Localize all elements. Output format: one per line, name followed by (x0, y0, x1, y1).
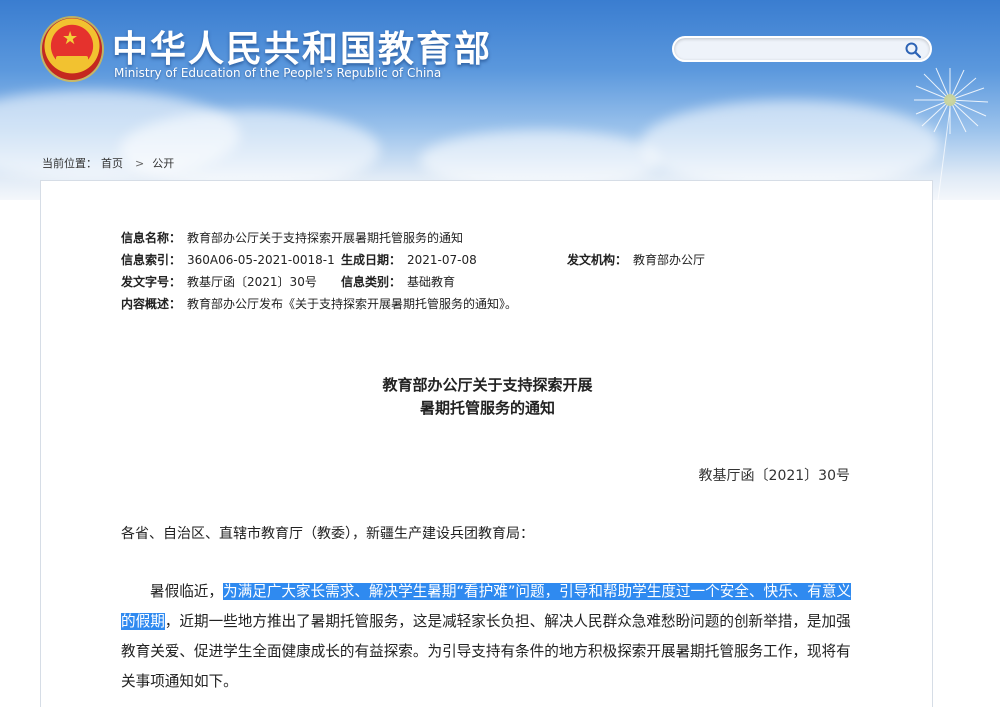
breadcrumb-public-link[interactable]: 公开 (152, 157, 174, 170)
paragraph-body-text: ，近期一些地方推出了暑期托管服务，这是减轻家长负担、解决人民群众急难愁盼问题的创… (121, 613, 851, 690)
meta-label: 生成日期： (341, 253, 402, 267)
meta-value: 教育部办公厅关于支持探索开展暑期托管服务的通知 (187, 231, 464, 245)
document-title-line: 教育部办公厅关于支持探索开展 (382, 376, 593, 394)
meta-value: 教育部办公厅 (633, 253, 706, 267)
meta-row-summary: 内容概述： 教育部办公厅发布《关于支持探索开展暑期托管服务的通知》。 (121, 295, 517, 313)
dandelion-decoration (914, 67, 989, 200)
meta-row-doc-no: 发文字号： 教基厅函〔2021〕30号 (121, 273, 317, 291)
breadcrumb-separator: > (135, 157, 145, 170)
document-paragraph: 暑假临近，为满足广大家长需求、解决学生暑期“看护难”问题，引导和帮助学生度过一个… (121, 577, 853, 697)
meta-value: 2021-07-08 (407, 253, 477, 267)
document-title: 教育部办公厅关于支持探索开展 暑期托管服务的通知 (41, 374, 934, 420)
search-input[interactable] (686, 41, 896, 59)
document-addressee: 各省、自治区、直辖市教育厅（教委），新疆生产建设兵团教育局： (121, 526, 534, 542)
search-icon[interactable] (904, 41, 922, 59)
content-panel: 信息名称： 教育部办公厅关于支持探索开展暑期托管服务的通知 信息索引： 360A06… (40, 180, 933, 707)
document-title-line: 暑期托管服务的通知 (419, 399, 555, 417)
meta-label: 发文字号： (121, 275, 182, 289)
cloud-decoration (120, 110, 380, 190)
national-emblem-logo: ★ (42, 18, 102, 80)
meta-value: 教基厅函〔2021〕30号 (187, 275, 317, 289)
meta-label: 信息索引： (121, 253, 182, 267)
meta-value: 360A06-05-2021-0018-1 (187, 253, 335, 267)
meta-value: 基础教育 (407, 275, 456, 289)
meta-row-index: 信息索引： 360A06-05-2021-0018-1 (121, 251, 335, 269)
paragraph-intro-text: 暑假临近， (150, 583, 223, 600)
meta-label: 信息名称： (121, 231, 182, 245)
meta-label: 信息类别： (341, 275, 402, 289)
meta-row-info-name: 信息名称： 教育部办公厅关于支持探索开展暑期托管服务的通知 (121, 229, 463, 247)
search-box (672, 36, 932, 62)
site-subtitle: Ministry of Education of the People's Re… (114, 66, 442, 80)
breadcrumb-prefix: 当前位置： (42, 157, 97, 170)
meta-row-category: 信息类别： 基础教育 (341, 273, 455, 291)
meta-value: 教育部办公厅发布《关于支持探索开展暑期托管服务的通知》。 (187, 297, 518, 311)
breadcrumb: 当前位置： 首页 > 公开 (42, 155, 178, 171)
meta-label: 发文机构： (567, 253, 628, 267)
meta-row-issuer: 发文机构： 教育部办公厅 (567, 251, 705, 269)
document-number: 教基厅函〔2021〕30号 (698, 468, 850, 484)
breadcrumb-home-link[interactable]: 首页 (101, 157, 123, 170)
meta-label: 内容概述： (121, 297, 182, 311)
meta-row-date: 生成日期： 2021-07-08 (341, 251, 477, 269)
site-title[interactable]: 中华人民共和国教育部 (112, 20, 492, 72)
